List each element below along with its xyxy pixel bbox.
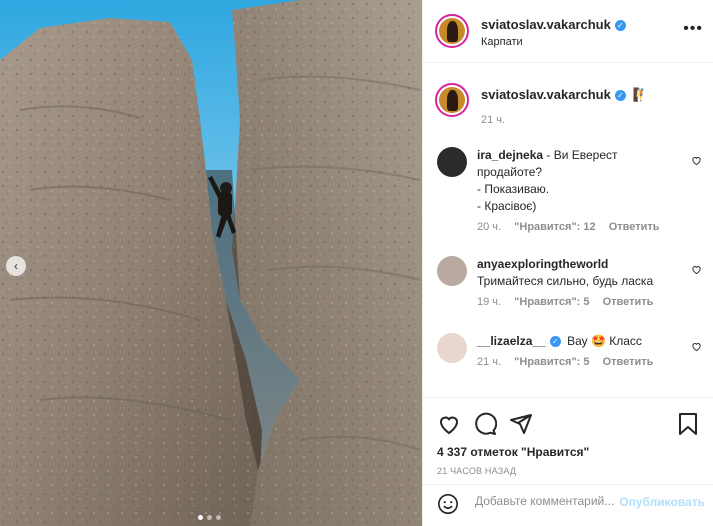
author-username[interactable]: sviatoslav.vakarchuk [481,17,611,32]
comment-input[interactable] [473,493,627,509]
commenter-avatar[interactable] [437,333,467,363]
heart-icon[interactable] [691,264,702,275]
comment-item: anyaexploringtheworld Тримайтеся сильно,… [437,256,702,308]
post-sidebar: sviatoslav.vakarchuk ✓ Карпати ••• sviato… [422,0,713,526]
comment-item: ira_dejneka - Ви Еверест продайоте? - По… [437,147,702,233]
smiley-icon[interactable] [437,493,459,515]
carousel-dots [198,515,221,520]
more-icon[interactable]: ••• [683,21,703,37]
comment-text-line: - Ви Еверест [546,148,618,162]
comment-time[interactable]: 19 ч. [477,296,501,308]
reply-button[interactable]: Ответить [603,356,654,368]
comment-text-line: продайоте? [477,165,543,179]
comment-likes[interactable]: "Нравится": 5 [514,296,589,308]
post-header: sviatoslav.vakarchuk ✓ Карпати ••• [423,0,713,63]
comment-item: __lizaelza__ ✓ Вау 🤩 Класс 21 ч. "Нравитс… [437,333,702,368]
carousel-dot [207,515,212,520]
verified-badge-icon: ✓ [614,90,626,101]
comment-text-line: Тримайтеся сильно, будь ласка [477,274,654,288]
comments-list: sviatoslav.vakarchuk ✓ 🧗 21 ч. ira_dejnek… [423,63,713,396]
caption-time[interactable]: 21 ч. [481,114,505,126]
verified-badge-icon: ✓ [614,20,626,31]
post-modal: ‹ sviatoslav.vakarchuk ✓ Карпати ••• svi… [0,0,713,526]
chevron-left-icon: ‹ [14,259,18,273]
comment-time[interactable]: 20 ч. [477,221,501,233]
comment-text-line: Вау 🤩 Класс [567,334,642,348]
comment-text-line: - Показиваю. [477,182,550,196]
post-location[interactable]: Карпати [481,36,523,48]
heart-icon[interactable] [691,155,702,166]
publish-button[interactable]: Опубликовать [619,495,705,509]
post-timestamp[interactable]: 21 ЧАСОВ НАЗАД [437,466,516,476]
caption-avatar[interactable] [435,83,469,117]
reply-button[interactable]: Ответить [609,221,660,233]
commenter-username[interactable]: anyaexploringtheworld [477,257,608,271]
comment-icon[interactable] [473,412,497,436]
bookmark-icon[interactable] [677,412,699,436]
commenter-username[interactable]: __lizaelza__ [477,334,546,348]
commenter-avatar[interactable] [437,147,467,177]
post-photo[interactable]: ‹ [0,0,422,526]
carousel-dot [198,515,203,520]
comment-time[interactable]: 21 ч. [477,356,501,368]
heart-icon[interactable] [437,412,461,436]
author-avatar[interactable] [435,14,469,48]
caption-text: 🧗 [632,87,649,102]
caption: sviatoslav.vakarchuk ✓ 🧗 [481,87,649,103]
likes-count[interactable]: 4 337 отметок "Нравится" [437,445,589,459]
heart-icon[interactable] [691,341,702,352]
comment-likes[interactable]: "Нравится": 5 [514,356,589,368]
commenter-username[interactable]: ira_dejneka [477,148,543,162]
carousel-prev-button[interactable]: ‹ [6,256,26,276]
carousel-dot [216,515,221,520]
comment-text-line: - Красівоє) [477,199,537,213]
add-comment-bar: Опубликовать [423,484,713,525]
rock-climbing-image [0,0,422,526]
share-icon[interactable] [509,412,533,436]
commenter-avatar[interactable] [437,256,467,286]
reply-button[interactable]: Ответить [603,296,654,308]
post-actions: 4 337 отметок "Нравится" 21 ЧАСОВ НАЗАД … [423,397,713,523]
caption-username[interactable]: sviatoslav.vakarchuk [481,87,611,102]
comment-likes[interactable]: "Нравится": 12 [514,221,595,233]
verified-badge-icon: ✓ [549,336,561,347]
